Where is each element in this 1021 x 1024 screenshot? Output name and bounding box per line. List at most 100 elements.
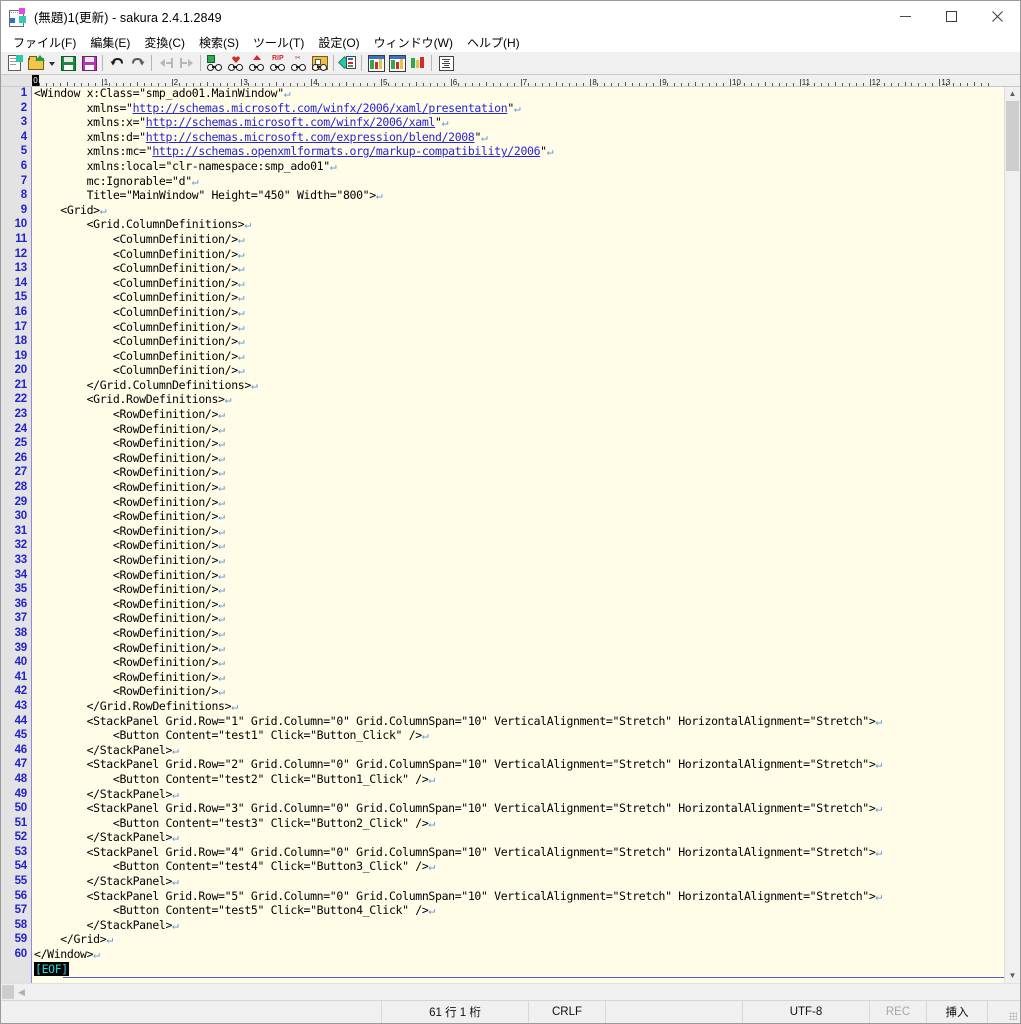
code-line[interactable]: xmlns:mc="http://schemas.openxmlformats.… [32, 144, 1004, 159]
menu-settings[interactable]: 設定(O) [311, 34, 366, 52]
code-url-link[interactable]: http://schemas.microsoft.com/winfx/2006/… [146, 115, 436, 129]
menu-edit[interactable]: 編集(E) [83, 34, 137, 52]
horizontal-scrollbar[interactable]: ◀ [1, 983, 1020, 1000]
new-file-icon[interactable] [4, 53, 25, 73]
horizontal-scroll-thumb[interactable] [2, 985, 14, 999]
code-line[interactable]: <RowDefinition/>↵ [32, 670, 1004, 685]
menu-help[interactable]: ヘルプ(H) [460, 34, 527, 52]
grep-icon[interactable]: RIP [267, 53, 288, 73]
code-line[interactable]: <Grid>↵ [32, 203, 1004, 218]
code-line[interactable]: <ColumnDefinition/>↵ [32, 320, 1004, 335]
code-line[interactable]: <Grid.ColumnDefinitions>↵ [32, 217, 1004, 232]
search-next-icon[interactable] [225, 53, 246, 73]
code-line[interactable]: <ColumnDefinition/>↵ [32, 349, 1004, 364]
eof-line[interactable]: [EOF] [32, 961, 1004, 977]
code-line[interactable]: <StackPanel Grid.Row="3" Grid.Column="0"… [32, 801, 1004, 816]
replace-icon[interactable]: ✂ [288, 53, 309, 73]
vertical-scroll-thumb[interactable] [1006, 101, 1019, 171]
code-line[interactable]: <RowDefinition/>↵ [32, 524, 1004, 539]
code-line[interactable]: xmlns:d="http://schemas.microsoft.com/ex… [32, 130, 1004, 145]
menu-tools[interactable]: ツール(T) [246, 34, 311, 52]
code-line[interactable]: <StackPanel Grid.Row="1" Grid.Column="0"… [32, 714, 1004, 729]
code-line[interactable]: <RowDefinition/>↵ [32, 684, 1004, 699]
code-line[interactable]: <ColumnDefinition/>↵ [32, 363, 1004, 378]
menu-convert[interactable]: 変換(C) [137, 34, 192, 52]
code-line[interactable]: </StackPanel>↵ [32, 874, 1004, 889]
code-line[interactable]: </StackPanel>↵ [32, 830, 1004, 845]
tile-horizontal-icon[interactable] [365, 53, 386, 73]
code-line[interactable]: <ColumnDefinition/>↵ [32, 334, 1004, 349]
code-line[interactable]: <ColumnDefinition/>↵ [32, 261, 1004, 276]
cascade-icon[interactable] [407, 53, 428, 73]
undo-icon[interactable] [106, 53, 127, 73]
menu-file[interactable]: ファイル(F) [6, 34, 83, 52]
code-line[interactable]: </Grid.ColumnDefinitions>↵ [32, 378, 1004, 393]
outline-icon[interactable] [435, 53, 456, 73]
search-icon[interactable] [204, 53, 225, 73]
code-line[interactable]: <RowDefinition/>↵ [32, 436, 1004, 451]
code-line[interactable]: <Button Content="test3" Click="Button2_C… [32, 816, 1004, 831]
code-line[interactable]: <RowDefinition/>↵ [32, 626, 1004, 641]
code-line[interactable]: <RowDefinition/>↵ [32, 582, 1004, 597]
code-line[interactable]: </Grid>↵ [32, 932, 1004, 947]
code-url-link[interactable]: http://schemas.microsoft.com/winfx/2006/… [133, 101, 508, 115]
code-line[interactable]: <RowDefinition/>↵ [32, 509, 1004, 524]
open-file-icon[interactable] [25, 53, 46, 73]
redo-icon[interactable] [127, 53, 148, 73]
code-line[interactable]: <RowDefinition/>↵ [32, 465, 1004, 480]
scroll-down-button[interactable]: ▼ [1005, 968, 1020, 983]
code-url-link[interactable]: http://schemas.microsoft.com/expression/… [146, 130, 475, 144]
minimize-icon[interactable] [882, 1, 928, 32]
code-line[interactable]: <RowDefinition/>↵ [32, 422, 1004, 437]
code-line[interactable]: <RowDefinition/>↵ [32, 480, 1004, 495]
menu-window[interactable]: ウィンドウ(W) [367, 34, 460, 52]
code-line[interactable]: <StackPanel Grid.Row="2" Grid.Column="0"… [32, 757, 1004, 772]
code-line[interactable]: </StackPanel>↵ [32, 743, 1004, 758]
resize-grip[interactable] [987, 1001, 1020, 1023]
code-line[interactable]: </StackPanel>↵ [32, 918, 1004, 933]
code-line[interactable]: <Button Content="test5" Click="Button4_C… [32, 903, 1004, 918]
grep-replace-icon[interactable] [309, 53, 330, 73]
code-line[interactable]: <Button Content="test4" Click="Button3_C… [32, 859, 1004, 874]
scroll-up-button[interactable]: ▲ [1005, 86, 1020, 101]
code-line[interactable]: mc:Ignorable="d"↵ [32, 174, 1004, 189]
save-icon[interactable] [57, 53, 78, 73]
code-line[interactable]: <ColumnDefinition/>↵ [32, 232, 1004, 247]
code-line[interactable]: <ColumnDefinition/>↵ [32, 247, 1004, 262]
vertical-scrollbar[interactable]: ▲ ▼ [1004, 75, 1020, 983]
bookmark-icon[interactable] [337, 53, 358, 73]
code-line[interactable]: <RowDefinition/>↵ [32, 597, 1004, 612]
code-line[interactable]: <RowDefinition/>↵ [32, 407, 1004, 422]
code-line[interactable]: <RowDefinition/>↵ [32, 553, 1004, 568]
code-line[interactable]: xmlns:local="clr-namespace:smp_ado01"↵ [32, 159, 1004, 174]
code-line[interactable]: <RowDefinition/>↵ [32, 641, 1004, 656]
code-line[interactable]: <RowDefinition/>↵ [32, 568, 1004, 583]
scroll-left-button[interactable]: ◀ [14, 985, 29, 1000]
search-prev-icon[interactable] [246, 53, 267, 73]
vertical-scroll-track[interactable] [1005, 171, 1020, 968]
menu-search[interactable]: 検索(S) [192, 34, 246, 52]
code-line[interactable]: <ColumnDefinition/>↵ [32, 305, 1004, 320]
move-left-icon[interactable] [155, 53, 176, 73]
maximize-icon[interactable] [928, 1, 974, 32]
tile-vertical-icon[interactable] [386, 53, 407, 73]
code-line[interactable]: Title="MainWindow" Height="450" Width="8… [32, 188, 1004, 203]
code-line[interactable]: <RowDefinition/>↵ [32, 611, 1004, 626]
code-text-area[interactable]: <Window x:Class="smp_ado01.MainWindow"↵ … [32, 75, 1004, 983]
code-line[interactable]: <RowDefinition/>↵ [32, 495, 1004, 510]
close-icon[interactable] [974, 1, 1020, 32]
code-line[interactable]: <Grid.RowDefinitions>↵ [32, 392, 1004, 407]
save-as-icon[interactable] [78, 53, 99, 73]
code-line[interactable]: <StackPanel Grid.Row="5" Grid.Column="0"… [32, 889, 1004, 904]
code-line[interactable]: <Button Content="test1" Click="Button_Cl… [32, 728, 1004, 743]
code-line[interactable]: xmlns="http://schemas.microsoft.com/winf… [32, 101, 1004, 116]
code-line[interactable]: <Window x:Class="smp_ado01.MainWindow"↵ [32, 86, 1004, 101]
code-line[interactable]: <RowDefinition/>↵ [32, 451, 1004, 466]
code-line[interactable]: </StackPanel>↵ [32, 787, 1004, 802]
code-line[interactable]: </Window>↵ [32, 947, 1004, 962]
code-line[interactable]: <RowDefinition/>↵ [32, 655, 1004, 670]
code-line[interactable]: xmlns:x="http://schemas.microsoft.com/wi… [32, 115, 1004, 130]
code-line[interactable]: <Button Content="test2" Click="Button1_C… [32, 772, 1004, 787]
code-line[interactable]: </Grid.RowDefinitions>↵ [32, 699, 1004, 714]
open-history-dropdown-icon[interactable] [46, 53, 57, 73]
